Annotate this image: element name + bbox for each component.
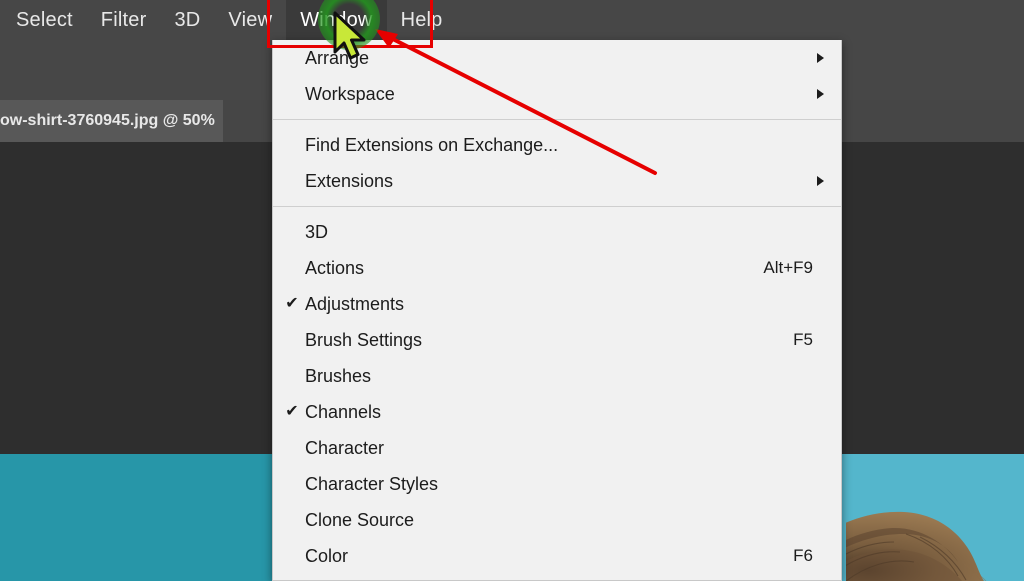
menubar-item-select[interactable]: Select (0, 0, 87, 40)
menu-item-workspace[interactable]: Workspace (273, 76, 841, 112)
menubar-item-filter[interactable]: Filter (87, 0, 161, 40)
person-hair (846, 504, 1024, 581)
menu-item-channels[interactable]: ✔ Channels (273, 394, 841, 430)
menu-item-label: Brushes (305, 365, 372, 386)
menu-item-brush-settings[interactable]: Brush Settings F5 (273, 322, 841, 358)
menu-separator (273, 206, 841, 207)
menu-item-shortcut: F5 (793, 330, 813, 349)
menu-separator (273, 119, 841, 120)
menu-item-color[interactable]: Color F6 (273, 538, 841, 574)
menu-bar: Select Filter 3D View Window Help (0, 0, 1024, 40)
menu-item-find-extensions-on-exchange[interactable]: Find Extensions on Exchange... (273, 127, 841, 163)
menu-item-label: Extensions (305, 170, 394, 191)
menubar-item-window[interactable]: Window (286, 0, 387, 40)
window-menu-items: Arrange Workspace Find Extensions on Excha… (273, 40, 841, 580)
menu-item-label: Channels (305, 401, 382, 422)
menu-item-adjustments[interactable]: ✔ Adjustments (273, 286, 841, 322)
menu-item-shortcut: Alt+F9 (763, 258, 813, 277)
menu-item-label: 3D (305, 221, 329, 242)
menu-item-label: Adjustments (305, 293, 405, 314)
menu-item-character-styles[interactable]: Character Styles (273, 466, 841, 502)
menu-item-label: Workspace (305, 83, 395, 104)
document-tab-title: ow-shirt-3760945.jpg @ 50% (0, 112, 215, 129)
menubar-item-help[interactable]: Help (387, 0, 457, 40)
menu-item-arrange[interactable]: Arrange (273, 40, 841, 76)
menu-item-extensions[interactable]: Extensions (273, 163, 841, 199)
menu-item-glyphs[interactable]: Glyphs (273, 574, 841, 580)
photoshop-window: ow-shirt-3760945.jpg @ 50% ode: Normal n… (0, 0, 1024, 581)
document-tab[interactable]: ow-shirt-3760945.jpg @ 50% (0, 100, 223, 142)
menu-item-label: Arrange (305, 47, 370, 68)
menu-item-character[interactable]: Character (273, 430, 841, 466)
menu-item-clone-source[interactable]: Clone Source (273, 502, 841, 538)
caret-right-icon (817, 53, 824, 63)
menu-item-shortcut: F6 (793, 546, 813, 565)
menu-item-label: Find Extensions on Exchange... (305, 134, 559, 155)
check-icon: ✔ (285, 403, 299, 420)
caret-right-icon (817, 176, 824, 186)
menu-item-label: Brush Settings (305, 329, 423, 350)
menu-item-label: Character (305, 437, 385, 458)
window-dropdown-menu[interactable]: Arrange Workspace Find Extensions on Excha… (272, 40, 842, 581)
menu-item-brushes[interactable]: Brushes (273, 358, 841, 394)
menu-item-actions[interactable]: Actions Alt+F9 (273, 250, 841, 286)
menubar-item-3d[interactable]: 3D (160, 0, 214, 40)
caret-right-icon (817, 89, 824, 99)
menu-item-label: Actions (305, 257, 365, 278)
menu-item-3d[interactable]: 3D (273, 214, 841, 250)
menu-item-label: Color (305, 545, 349, 566)
menubar-item-view[interactable]: View (214, 0, 286, 40)
menu-item-label: Clone Source (305, 509, 415, 530)
menu-item-label: Character Styles (305, 473, 439, 494)
check-icon: ✔ (285, 295, 299, 312)
